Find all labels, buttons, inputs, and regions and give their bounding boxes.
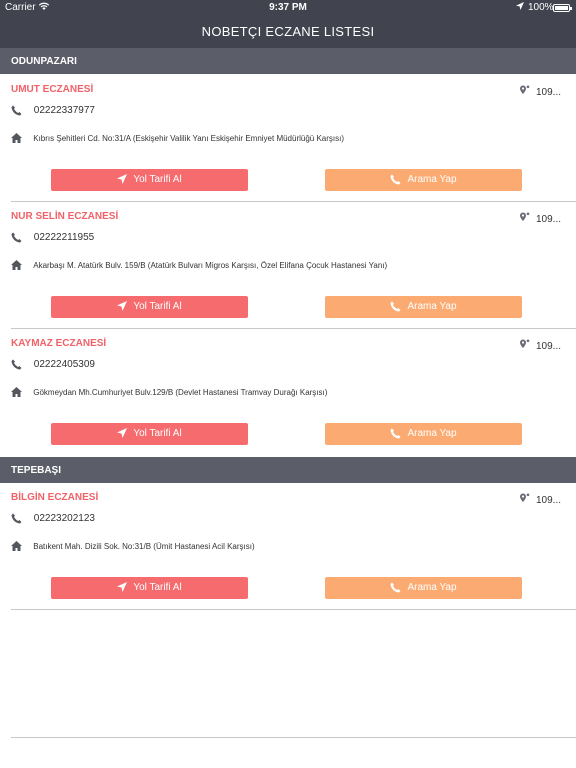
phone-icon [11,105,22,116]
directions-button[interactable]: Yol Tarifi Al [51,577,248,599]
distance-value: 109... [536,340,562,352]
phone-icon [390,582,401,593]
distance: 109... [519,493,561,507]
call-button[interactable]: Arama Yap [325,169,522,191]
section-header-odunpazari: ODUNPAZARI [0,48,576,74]
section-title: ODUNPAZARI [11,56,77,67]
page-title: NOBETÇI ECZANE LISTESI [201,24,375,39]
address-text: Kıbrıs Şehitleri Cd. No:31/A (Eskişehir … [33,133,345,143]
phone-row: 02222211955 [11,232,94,243]
battery-percentage: 100% [528,2,554,13]
clock: 9:37 PM [269,2,307,13]
status-bar: Carrier 9:37 PM 100% [0,0,576,16]
phone-row: 02222337977 [11,105,95,116]
section-title: TEPEBAŞI [11,465,62,476]
address-text: Batıkent Mah. Dizili Sok. No:31/B (Ümit … [33,541,255,551]
divider [11,737,576,738]
address-row: Gökmeydan Mh.Cumhuriyet Bulv.129/B (Devl… [11,387,327,397]
phone-icon [11,359,22,370]
phone-icon [11,513,22,524]
map-pin-icon [519,212,530,226]
address-row: Batıkent Mah. Dizili Sok. No:31/B (Ümit … [11,541,255,551]
divider [11,609,576,610]
navigation-arrow-icon [117,582,128,593]
directions-button[interactable]: Yol Tarifi Al [51,169,248,191]
phone-icon [11,232,22,243]
distance-value: 109... [536,213,562,225]
phone-number: 02222211955 [33,232,95,243]
distance: 109... [519,339,561,353]
phone-number: 02222405309 [33,359,95,370]
call-label: Arama Yap [407,428,457,439]
pharmacy-card: KAYMAZ ECZANESİ 109... 02222405309 Gökme… [0,329,576,455]
phone-row: 02223202123 [11,513,95,524]
pharmacy-card: UMUT ECZANESİ 109... 02222337977 Kıbrıs … [0,75,576,201]
home-icon [11,260,22,270]
phone-row: 02222405309 [11,359,95,370]
call-label: Arama Yap [407,174,457,185]
navigation-arrow-icon [117,428,128,439]
call-label: Arama Yap [407,301,457,312]
call-label: Arama Yap [407,582,457,593]
section-header-tepebasi: TEPEBAŞI [0,457,576,483]
phone-icon [390,174,401,185]
address-row: Kıbrıs Şehitleri Cd. No:31/A (Eskişehir … [11,133,344,143]
address-text: Akarbaşı M. Atatürk Bulv. 159/B (Atatürk… [33,260,388,270]
distance-value: 109... [536,494,562,506]
directions-label: Yol Tarifi Al [133,428,182,439]
distance: 109... [519,85,561,99]
distance: 109... [519,212,561,226]
phone-number: 02223202123 [33,513,95,524]
home-icon [11,541,22,551]
directions-button[interactable]: Yol Tarifi Al [51,296,248,318]
directions-label: Yol Tarifi Al [133,582,182,593]
pharmacy-name: BİLGİN ECZANESİ [11,492,99,503]
directions-label: Yol Tarifi Al [133,174,182,185]
distance-value: 109... [536,86,562,98]
map-pin-icon [519,339,530,353]
pharmacy-card: NUR SELİN ECZANESİ 109... 02222211955 Ak… [0,202,576,328]
map-pin-icon [519,85,530,99]
home-icon [11,133,22,143]
map-pin-icon [519,493,530,507]
directions-button[interactable]: Yol Tarifi Al [51,423,248,445]
navigation-arrow-icon [117,174,128,185]
battery-icon [553,4,572,12]
pharmacy-name: UMUT ECZANESİ [11,84,94,95]
call-button[interactable]: Arama Yap [325,423,522,445]
address-text: Gökmeydan Mh.Cumhuriyet Bulv.129/B (Devl… [33,387,328,397]
directions-label: Yol Tarifi Al [133,301,182,312]
phone-icon [390,428,401,439]
location-arrow-icon [516,2,524,14]
phone-number: 02222337977 [33,105,95,116]
pharmacy-name: KAYMAZ ECZANESİ [11,338,107,349]
pharmacy-card: BİLGİN ECZANESİ 109... 02223202123 Batık… [0,483,576,609]
phone-icon [390,301,401,312]
call-button[interactable]: Arama Yap [325,577,522,599]
navigation-arrow-icon [117,301,128,312]
call-button[interactable]: Arama Yap [325,296,522,318]
address-row: Akarbaşı M. Atatürk Bulv. 159/B (Atatürk… [11,260,387,270]
pharmacy-name: NUR SELİN ECZANESİ [11,211,119,222]
navigation-bar: NOBETÇI ECZANE LISTESI [0,16,576,48]
home-icon [11,387,22,397]
